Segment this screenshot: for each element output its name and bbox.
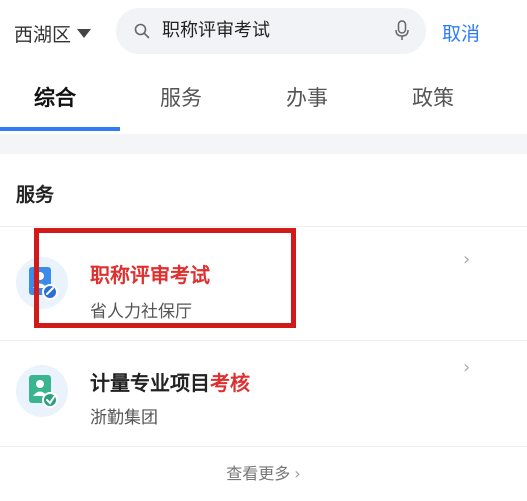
- section-title: 服务: [16, 184, 55, 206]
- person-card-icon: [16, 365, 68, 417]
- service-title: 计量专业项目考核: [90, 367, 250, 396]
- tab-policy[interactable]: 政策: [412, 82, 454, 112]
- tab-affairs[interactable]: 办事: [286, 82, 328, 112]
- section-separator: [0, 134, 527, 154]
- cancel-button[interactable]: 取消: [442, 19, 480, 46]
- view-more-link[interactable]: 查看更多 ›: [0, 460, 527, 484]
- service-item-metrology-exam[interactable]: 计量专业项目考核 浙勤集团 ›: [0, 341, 527, 446]
- district-label: 西湖区: [14, 23, 72, 46]
- chevron-right-icon: ›: [294, 464, 301, 483]
- tab-comprehensive[interactable]: 综合: [34, 82, 76, 112]
- district-selector[interactable]: 西湖区: [14, 18, 92, 48]
- view-more-label: 查看更多: [226, 464, 291, 483]
- search-icon: [134, 23, 150, 39]
- caret-down-icon: [77, 28, 92, 38]
- service-title-plain: 计量专业项目: [90, 371, 210, 395]
- chevron-right-icon: ›: [463, 249, 471, 270]
- divider: [0, 446, 527, 447]
- annotation-highlight-box: [34, 228, 296, 328]
- search-input[interactable]: 职称评审考试: [116, 8, 426, 54]
- search-query-text: 职称评审考试: [162, 20, 270, 41]
- search-header: 西湖区 职称评审考试 取消: [0, 0, 527, 64]
- chevron-right-icon: ›: [463, 357, 471, 378]
- service-provider: 浙勤集团: [90, 408, 158, 428]
- tab-services[interactable]: 服务: [160, 82, 202, 112]
- active-tab-indicator: [0, 127, 120, 131]
- service-title-highlight: 考核: [210, 371, 250, 395]
- microphone-icon[interactable]: [394, 20, 410, 42]
